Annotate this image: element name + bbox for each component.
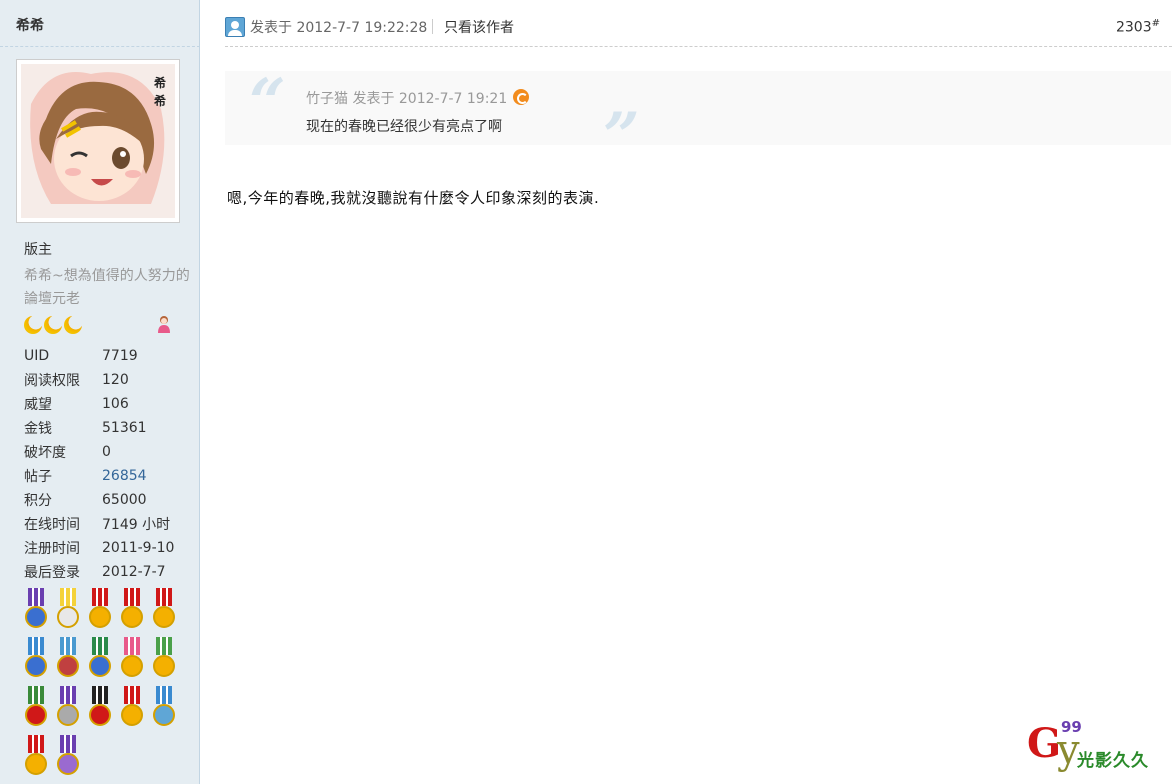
- stat-value: 7149 小时: [102, 517, 171, 533]
- stat-label: 金钱: [24, 421, 52, 437]
- floor-number[interactable]: 2303#: [1116, 18, 1160, 36]
- stat-last-login: 最后登录 2012-7-7: [24, 560, 174, 584]
- medal-icon[interactable]: [56, 686, 80, 731]
- only-author-link[interactable]: 只看该作者: [444, 17, 514, 37]
- post-content-area: 发表于 2012-7-7 19:22:28 只看该作者 2303# “ 竹子猫 …: [200, 0, 1175, 784]
- avatar-label: 希希: [153, 76, 166, 108]
- stat-value: 0: [102, 444, 111, 460]
- post-time: 发表于 2012-7-7 19:22:28: [250, 20, 428, 36]
- stat-posts: 帖子 26854: [24, 464, 174, 488]
- stat-value: 51361: [102, 420, 147, 436]
- avatar[interactable]: 希希: [16, 59, 180, 223]
- stat-uid: UID 7719: [24, 344, 174, 368]
- stat-value: 65000: [102, 492, 147, 508]
- stat-label: 积分: [24, 493, 52, 509]
- medal-icon[interactable]: [88, 686, 112, 731]
- quote-meta: 竹子猫 发表于 2012-7-7 19:21: [306, 88, 530, 108]
- medal-icon[interactable]: [56, 735, 80, 780]
- medal-icon[interactable]: [24, 686, 48, 731]
- stat-read-permission: 阅读权限 120: [24, 368, 174, 392]
- jump-to-post-icon[interactable]: [513, 89, 530, 105]
- stat-prestige: 威望 106: [24, 392, 174, 416]
- stat-label: 在线时间: [24, 517, 80, 533]
- sidebar-divider: [0, 46, 200, 47]
- moon-icon: [24, 316, 42, 334]
- stat-money: 金钱 51361: [24, 416, 174, 440]
- avatar-illustration: [21, 64, 175, 218]
- post-header: 发表于 2012-7-7 19:22:28 只看该作者 2303#: [225, 0, 1172, 47]
- stat-register-time: 注册时间 2011-9-10: [24, 536, 174, 560]
- avatar-image: 希希: [21, 64, 175, 218]
- user-online-icon: [225, 17, 245, 37]
- stat-value: 106: [102, 396, 129, 412]
- stat-online-time: 在线时间 7149 小时: [24, 512, 174, 536]
- stat-points: 积分 65000: [24, 488, 174, 512]
- medal-icon[interactable]: [24, 588, 48, 633]
- female-user-icon: [158, 316, 170, 333]
- floor-suffix: #: [1151, 18, 1160, 29]
- site-watermark-logo: G y 99 光影久久: [1027, 718, 1169, 771]
- watermark-text: 光影久久: [1077, 751, 1149, 771]
- post-body: 嗯,今年的春晚,我就沒聽說有什麼令人印象深刻的表演.: [227, 189, 600, 207]
- medal-icon[interactable]: [152, 588, 176, 633]
- medal-icon[interactable]: [88, 588, 112, 633]
- medal-icon[interactable]: [120, 637, 144, 682]
- quote-open-mark: “: [249, 65, 286, 140]
- header-divider: [432, 19, 433, 34]
- floor-value: 2303: [1115, 19, 1152, 36]
- medal-icon[interactable]: [120, 588, 144, 633]
- stat-value: 2011-9-10: [102, 540, 175, 556]
- stat-destruction: 破坏度 0: [24, 440, 174, 464]
- medal-icon[interactable]: [56, 588, 80, 633]
- posts-count-link[interactable]: 26854: [102, 468, 147, 484]
- quote-text: 现在的春晚已经很少有亮点了啊: [306, 119, 502, 135]
- moon-icon: [44, 316, 62, 334]
- quote-close-mark: ”: [603, 99, 640, 174]
- quote-author-time: 竹子猫 发表于 2012-7-7 19:21: [306, 91, 508, 107]
- author-username[interactable]: 希希: [16, 15, 44, 35]
- user-group[interactable]: 版主: [24, 239, 52, 259]
- medal-icon[interactable]: [24, 637, 48, 682]
- author-sidebar: 希希 希希 版主 希希~想為值得的人努力的論壇元老 UID 7719 阅读权限 …: [0, 0, 200, 784]
- custom-title: 希希~想為值得的人努力的論壇元老: [24, 268, 190, 307]
- medal-list: [24, 588, 194, 780]
- stat-value: 2012-7-7: [102, 564, 166, 580]
- medal-icon[interactable]: [152, 686, 176, 731]
- moon-icon: [64, 316, 82, 334]
- medal-icon[interactable]: [56, 637, 80, 682]
- user-stats: UID 7719 阅读权限 120 威望 106 金钱 51361 破坏度 0 …: [24, 344, 174, 584]
- stat-label: 阅读权限: [24, 373, 80, 389]
- stat-label: 最后登录: [24, 565, 80, 581]
- rank-stars: [24, 316, 82, 334]
- stat-label: 帖子: [24, 469, 52, 485]
- stat-label: UID: [24, 348, 50, 364]
- stat-label: 破坏度: [24, 445, 66, 461]
- quote-block: “ 竹子猫 发表于 2012-7-7 19:21 现在的春晚已经很少有亮点了啊 …: [225, 65, 1171, 169]
- watermark-number: 99: [1061, 718, 1082, 736]
- medal-icon[interactable]: [88, 637, 112, 682]
- medal-icon[interactable]: [120, 686, 144, 731]
- stat-value: 120: [102, 372, 129, 388]
- stat-value: 7719: [102, 348, 138, 364]
- medal-icon[interactable]: [152, 637, 176, 682]
- stat-label: 注册时间: [24, 541, 80, 557]
- medal-icon[interactable]: [24, 735, 48, 780]
- stat-label: 威望: [24, 397, 52, 413]
